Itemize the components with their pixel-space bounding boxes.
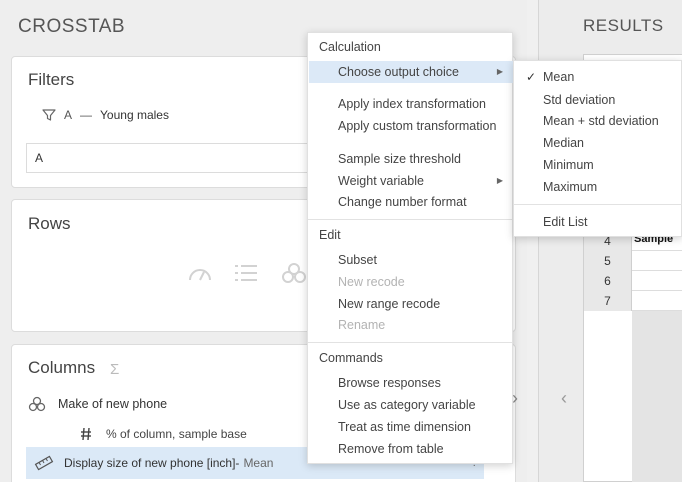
submenu-item-median[interactable]: Median [514,132,682,154]
column-statistic-label: % of column, sample base [106,427,247,441]
menu-item-new-range-recode[interactable]: New range recode [309,293,513,315]
menu-section-edit: Edit [319,228,341,242]
menu-item-sample-size-threshold[interactable]: Sample size threshold [309,148,513,170]
filter-dash: — [80,108,93,122]
row-number: 5 [584,251,632,271]
menu-separator [308,342,512,343]
rows-title: Rows [28,214,71,233]
menu-section-calculation: Calculation [319,40,381,54]
menu-item-rename: Rename [338,318,386,332]
filter-icon [42,109,56,121]
table-row: 6 [584,271,682,291]
filter-letter: A [64,108,73,122]
filter-expression-input[interactable]: A [26,143,326,173]
list-icon [235,265,257,281]
menu-separator [514,204,682,205]
column-variable-label: Make of new phone [58,397,168,411]
submenu-item-maximum[interactable]: Maximum [514,176,682,198]
menu-item-choose-output-choice[interactable]: Choose output choice ▶ [309,61,513,83]
menu-separator [308,219,512,220]
rows-placeholder-icons [187,262,307,286]
menu-item-use-as-category-variable[interactable]: Use as category variable [309,394,513,416]
menu-item-label: Choose output choice [338,65,459,79]
column-variable-label: Display size of new phone [inch]- [64,456,240,470]
column-statistic-item[interactable]: % of column, sample base [80,423,340,445]
menu-item-treat-as-time-dimension[interactable]: Treat as time dimension [309,416,513,438]
chevron-right-icon[interactable]: › [512,388,526,408]
filter-item[interactable]: A — Young males [42,105,342,125]
column-variable-item[interactable]: Make of new phone [28,393,328,415]
submenu-item-minimum[interactable]: Minimum [514,154,682,176]
output-choice-submenu: ✓ Mean Std deviation Mean + std deviatio… [513,60,682,237]
submenu-item-label: Mean [543,70,575,84]
groups-icon [28,396,46,412]
gauge-icon [189,269,211,281]
filter-name: Young males [100,108,169,122]
check-icon: ✓ [526,70,537,84]
row-number: 7 [584,291,632,311]
menu-item-remove-from-table[interactable]: Remove from table [309,438,513,460]
menu-item-label: Weight variable [338,174,424,188]
chevron-left-icon[interactable]: ‹ [561,388,567,409]
menu-item-weight-variable[interactable]: Weight variable ▶ [309,170,513,192]
submenu-item-mean[interactable]: ✓ Mean [514,66,682,88]
grid-empty-area [632,311,682,482]
submenu-item-edit-list[interactable]: Edit List [514,211,682,233]
menu-item-new-recode: New recode [338,275,405,289]
sigma-icon[interactable]: Σ [110,361,119,378]
submenu-item-mean-std-deviation[interactable]: Mean + std deviation [514,110,682,132]
ruler-icon [34,455,54,471]
context-menu: Calculation Choose output choice ▶ Apply… [307,32,513,464]
menu-item-browse-responses[interactable]: Browse responses [309,372,513,394]
menu-item-apply-custom-transformation[interactable]: Apply custom transformation [309,115,513,137]
column-statistic-suffix: Mean [243,456,274,470]
menu-item-change-number-format[interactable]: Change number format [309,191,513,213]
table-row: 7 [584,291,682,311]
filters-title: Filters [28,70,75,89]
table-row: 5 [584,251,682,271]
columns-title: Columns [28,358,96,377]
submenu-item-std-deviation[interactable]: Std deviation [514,89,682,111]
menu-item-apply-index-transformation[interactable]: Apply index transformation [309,93,513,115]
results-title: RESULTS [583,16,664,35]
hash-icon [81,427,91,441]
crosstab-title: CROSSTAB [18,16,126,37]
menu-section-commands: Commands [319,351,383,365]
submenu-arrow-icon: ▶ [496,176,503,185]
submenu-arrow-icon: ▶ [496,67,503,76]
menu-item-subset[interactable]: Subset [309,249,513,271]
row-number: 6 [584,271,632,291]
groups-icon [282,263,306,283]
